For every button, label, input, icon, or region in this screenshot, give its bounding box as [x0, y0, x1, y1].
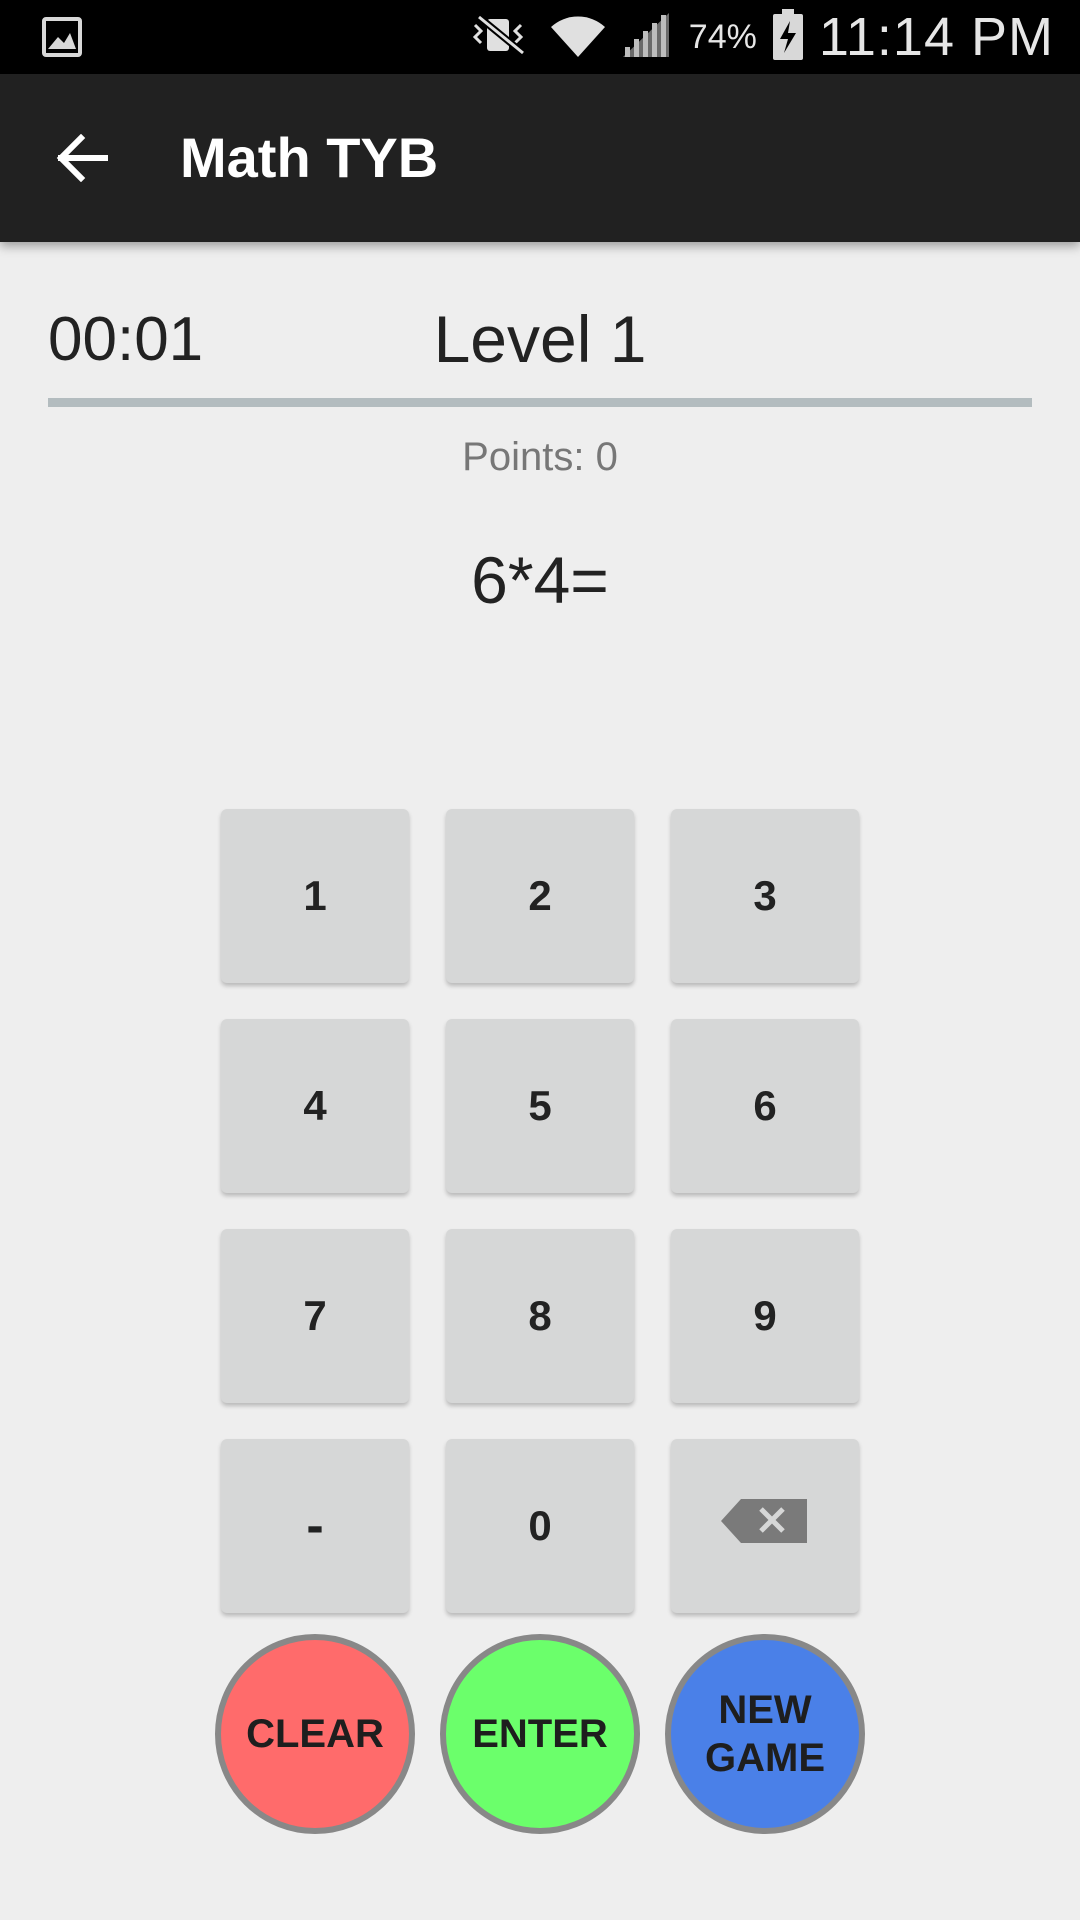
points-label: Points: 0: [462, 435, 618, 479]
backspace-icon: [721, 1499, 809, 1553]
battery-charging-icon: [771, 8, 805, 66]
app-bar: Math TYB: [0, 74, 1080, 242]
vibrate-mute-icon: [465, 13, 535, 62]
wifi-icon: [549, 11, 607, 64]
level-progress-bar: [48, 398, 1032, 407]
enter-button[interactable]: ENTER: [440, 1634, 640, 1834]
key-5[interactable]: 5: [446, 1019, 634, 1193]
status-bar: 74% 11:14 PM: [0, 0, 1080, 74]
new-game-button-label: NEW GAME: [705, 1688, 825, 1780]
backspace-button[interactable]: [671, 1439, 859, 1613]
signal-icon: [621, 11, 671, 64]
key-9[interactable]: 9: [671, 1229, 859, 1403]
key-6[interactable]: 6: [671, 1019, 859, 1193]
battery-percent: 74%: [688, 17, 757, 56]
arrow-left-icon: [55, 133, 109, 187]
key-1[interactable]: 1: [221, 809, 409, 983]
key-3[interactable]: 3: [671, 809, 859, 983]
level-label: Level 1: [433, 302, 647, 376]
app-title: Math TYB: [180, 126, 439, 189]
question-label: 6*4=: [471, 543, 609, 617]
status-icons: 74% 11:14 PM: [451, 0, 1054, 74]
key-minus[interactable]: -: [221, 1439, 409, 1613]
enter-button-label: ENTER: [472, 1712, 608, 1756]
clear-button[interactable]: CLEAR: [215, 1634, 415, 1834]
new-game-button[interactable]: NEW GAME: [665, 1634, 865, 1834]
clock: 11:14 PM: [818, 7, 1054, 67]
key-8[interactable]: 8: [446, 1229, 634, 1403]
key-4[interactable]: 4: [221, 1019, 409, 1193]
key-0[interactable]: 0: [446, 1439, 634, 1613]
key-7[interactable]: 7: [221, 1229, 409, 1403]
back-button[interactable]: [40, 118, 124, 202]
clear-button-label: CLEAR: [246, 1712, 384, 1756]
key-2[interactable]: 2: [446, 809, 634, 983]
gallery-icon: [42, 17, 82, 62]
